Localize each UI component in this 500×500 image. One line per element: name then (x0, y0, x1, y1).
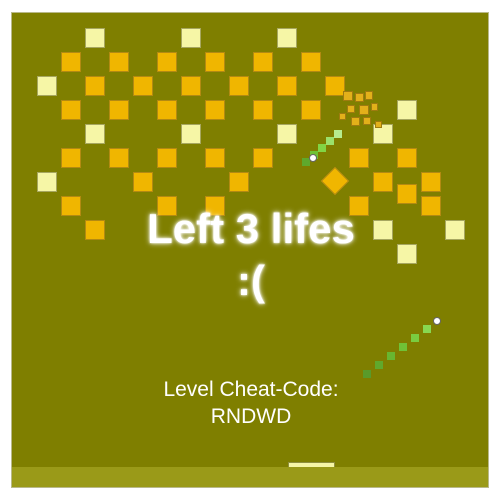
brick (181, 124, 201, 144)
brick (205, 148, 225, 168)
brick (253, 148, 273, 168)
brick (373, 172, 393, 192)
brick (85, 124, 105, 144)
brick (229, 172, 249, 192)
brick (397, 100, 417, 120)
brick (157, 148, 177, 168)
brick-shard (355, 93, 364, 102)
brick (349, 148, 369, 168)
brick (61, 52, 81, 72)
ball-trail (375, 361, 383, 369)
brick (109, 148, 129, 168)
brick (181, 28, 201, 48)
brick (421, 172, 441, 192)
floor-bar (12, 467, 488, 487)
brick (109, 52, 129, 72)
brick (253, 52, 273, 72)
brick (277, 76, 297, 96)
brick (277, 124, 297, 144)
ball-trail (387, 352, 395, 360)
ball-trail (326, 137, 334, 145)
ball-trail (334, 130, 342, 138)
brick (85, 28, 105, 48)
ball (309, 154, 317, 162)
brick (205, 52, 225, 72)
brick (205, 100, 225, 120)
brick (37, 76, 57, 96)
brick (61, 148, 81, 168)
brick (109, 100, 129, 120)
brick-shard (343, 91, 353, 101)
brick-shard (375, 121, 382, 128)
brick-shard (339, 113, 346, 120)
brick (301, 100, 321, 120)
brick (253, 100, 273, 120)
game-board[interactable]: Left 3 lifes :( Level Cheat-Code: RNDWD (11, 12, 489, 488)
brick (301, 52, 321, 72)
lives-message: Left 3 lifes :( (12, 203, 490, 307)
sad-face-text: :( (237, 257, 265, 304)
brick-shard (351, 117, 360, 126)
cheat-code-label: Level Cheat-Code: (163, 378, 339, 401)
ball-trail (411, 334, 419, 342)
ball-trail (399, 343, 407, 351)
brick-shard (363, 117, 371, 125)
brick (325, 76, 345, 96)
ball (433, 317, 441, 325)
brick (37, 172, 57, 192)
ball-trail (423, 325, 431, 333)
brick (61, 100, 81, 120)
brick-shard (359, 105, 369, 115)
brick-shard (365, 91, 373, 100)
brick (397, 148, 417, 168)
brick-shard (371, 103, 378, 111)
lives-left-text: Left 3 lifes (147, 205, 355, 252)
brick (229, 76, 249, 96)
brick (157, 100, 177, 120)
brick (133, 76, 153, 96)
cheat-code-value: RNDWD (210, 405, 292, 428)
brick-shard (347, 105, 355, 113)
brick (181, 76, 201, 96)
ball-trail (318, 144, 326, 152)
cheat-code-panel: Level Cheat-Code: RNDWD (12, 376, 490, 430)
brick (277, 28, 297, 48)
brick (133, 172, 153, 192)
brick (397, 184, 417, 204)
brick (157, 52, 177, 72)
brick (85, 76, 105, 96)
diamond-brick (320, 166, 350, 196)
